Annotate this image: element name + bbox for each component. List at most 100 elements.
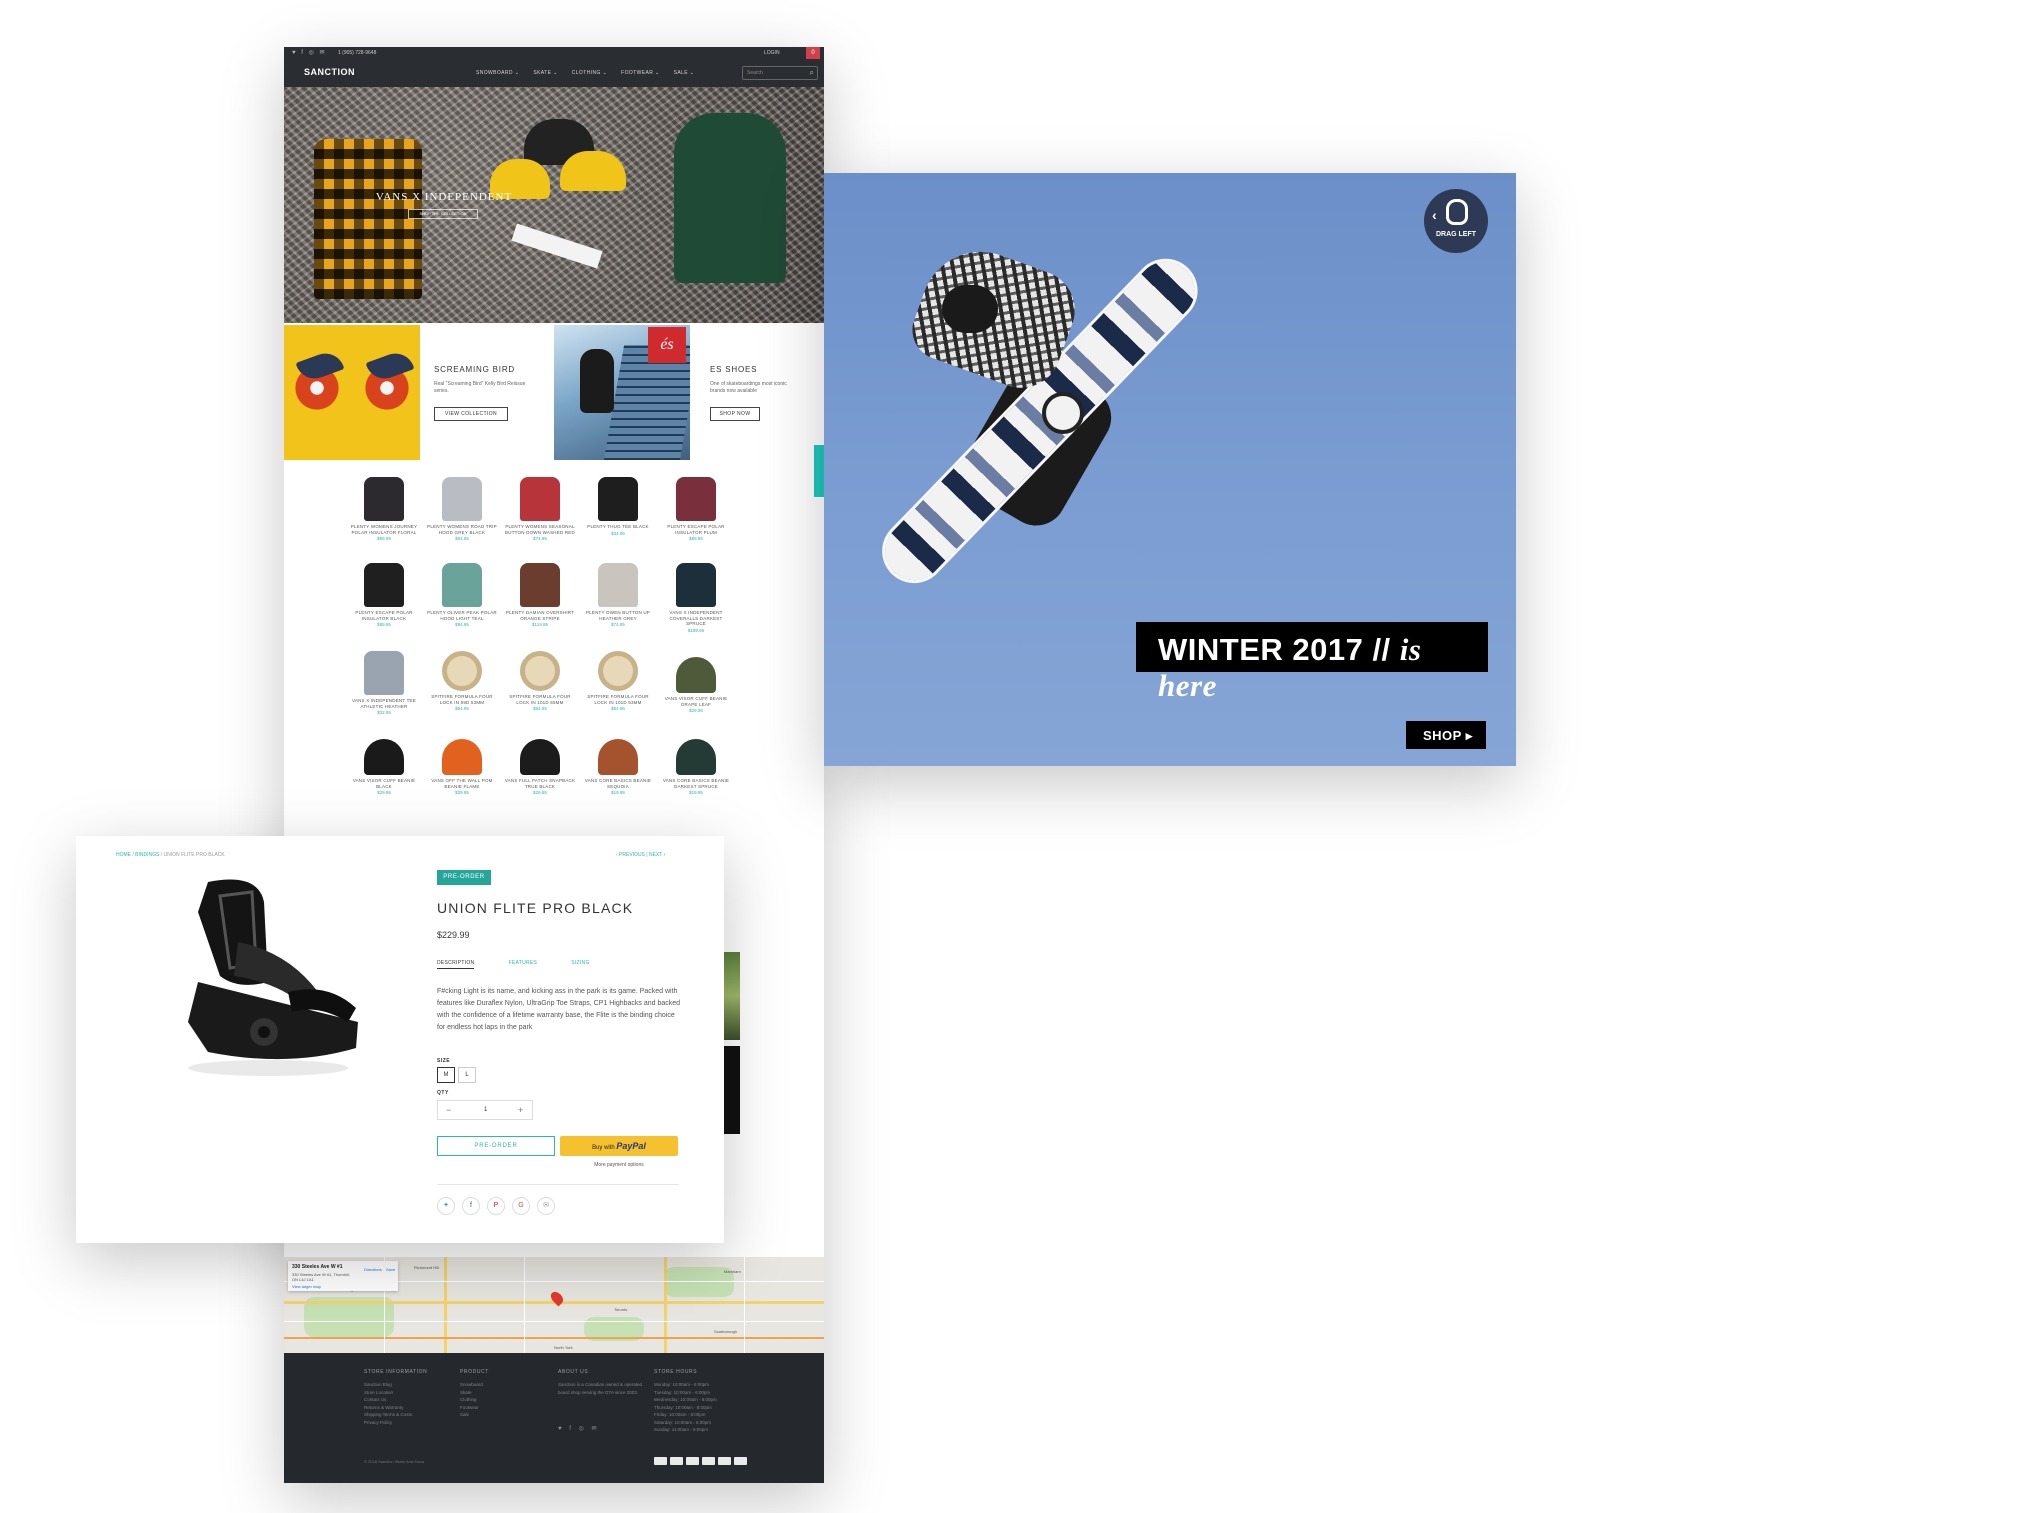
product-card[interactable]: PLENTY DAMIAN OVERSHIRT ORANGE STRIPE $11…: [504, 563, 576, 627]
product-name[interactable]: PLENTY WOMENS JOURNEY POLAR INSULATOR FL…: [348, 524, 420, 535]
product-card[interactable]: PLENTY ESCAPE POLAR INSULATOR PLUM $89.95: [660, 477, 732, 541]
hero-cta-button[interactable]: SHOP THE COLLECTION: [408, 209, 478, 219]
tab-description[interactable]: DESCRIPTION: [437, 960, 475, 969]
product-card[interactable]: VANS FULL PATCH SNAPBACK TRUE BLACK $29.9…: [504, 733, 576, 795]
nav-item-skate[interactable]: SKATE ⌄: [533, 70, 557, 76]
nav-item-footwear[interactable]: FOOTWEAR ⌄: [621, 70, 659, 76]
product-thumbnail[interactable]: [676, 563, 716, 607]
product-name[interactable]: PLENTY WOMENS ROAD TRIP HOOD GREY BLACK: [426, 524, 498, 535]
product-name[interactable]: VANS CORE BASICS BEANIE DARKEST SPRUCE: [660, 778, 732, 789]
screaming-bird-image[interactable]: [284, 325, 420, 460]
email-icon[interactable]: ✉: [537, 1197, 555, 1215]
breadcrumb-category[interactable]: BINDINGS: [135, 852, 159, 858]
footer-link[interactable]: Returns & Warranty: [364, 1404, 444, 1412]
product-thumbnail[interactable]: [364, 563, 404, 607]
footer-link[interactable]: Snowboard: [460, 1381, 540, 1389]
product-thumbnail[interactable]: [442, 477, 482, 521]
product-thumbnail[interactable]: [364, 477, 404, 521]
product-name[interactable]: VANS VISOR CUFF BEANIE BLACK: [348, 778, 420, 789]
footer-link[interactable]: Skate: [460, 1389, 540, 1397]
product-thumbnail[interactable]: [520, 477, 560, 521]
footer-link[interactable]: Sale: [460, 1411, 540, 1419]
paypal-button[interactable]: Buy with PayPal: [560, 1136, 678, 1156]
size-option-l[interactable]: L: [458, 1067, 476, 1083]
product-thumbnail[interactable]: [442, 651, 482, 691]
product-name[interactable]: PLENTY ESCAPE POLAR INSULATOR PLUM: [660, 524, 732, 535]
signup-side-tab[interactable]: [814, 445, 824, 497]
winter-shop-button[interactable]: SHOP ▸: [1406, 721, 1486, 749]
product-thumbnail[interactable]: [598, 739, 638, 775]
product-card[interactable]: VANS X INDEPENDENT TEE ATHLETIC HEATHER $…: [348, 651, 420, 715]
product-name[interactable]: VANS VISOR CUFF BEANIE GRAPE LEAF: [660, 696, 732, 707]
nav-item-sale[interactable]: SALE ⌄: [674, 70, 695, 76]
product-card[interactable]: VANS VISOR CUFF BEANIE GRAPE LEAF $29.95: [660, 651, 732, 713]
map-save-link[interactable]: Save: [386, 1267, 395, 1272]
product-thumbnail[interactable]: [442, 563, 482, 607]
footer-link[interactable]: Clothing: [460, 1396, 540, 1404]
hero-banner[interactable]: VANS X INDEPENDENT SHOP THE COLLECTION: [284, 87, 824, 323]
twitter-icon[interactable]: ✦: [437, 1197, 455, 1215]
drag-left-indicator[interactable]: ‹ DRAG LEFT: [1424, 189, 1488, 253]
social-icons[interactable]: ♥ f ◎ ✉: [292, 49, 327, 56]
product-name[interactable]: VANS OFF THE WALL POM BEANIE FLAME: [426, 778, 498, 789]
product-card[interactable]: SPITFIRE FORMULA FOUR LOCK IN 101D 55MM $…: [504, 651, 576, 711]
tab-sizing[interactable]: SIZING: [571, 960, 589, 969]
product-name[interactable]: PLENTY OWEN BUTTON UP HEATHER GREY: [582, 610, 654, 621]
product-image-binding[interactable]: [168, 872, 368, 1082]
quantity-stepper[interactable]: − 1 +: [437, 1100, 533, 1120]
pinterest-icon[interactable]: P: [487, 1197, 505, 1215]
product-thumbnail[interactable]: [442, 739, 482, 775]
product-card[interactable]: VANS OFF THE WALL POM BEANIE FLAME $29.95: [426, 733, 498, 795]
winter-hero-slide[interactable]: ‹ DRAG LEFT WINTER 2017 // is here SHOP …: [824, 173, 1516, 766]
login-link[interactable]: LOGIN: [764, 50, 780, 56]
product-thumbnail[interactable]: [598, 563, 638, 607]
product-card[interactable]: VANS VISOR CUFF BEANIE BLACK $29.95: [348, 733, 420, 795]
product-thumbnail[interactable]: [598, 651, 638, 691]
cart-button[interactable]: 0: [806, 47, 820, 59]
tab-features[interactable]: FEATURES: [508, 960, 537, 969]
view-collection-button[interactable]: VIEW COLLECTION: [434, 407, 508, 421]
product-name[interactable]: PLENTY THUG TEE BLACK: [582, 524, 654, 530]
product-card[interactable]: PLENTY OLIVER PEAK POLAR HOOD LIGHT TEAL…: [426, 563, 498, 627]
plus-icon[interactable]: +: [518, 1105, 523, 1115]
footer-link[interactable]: Contact Us: [364, 1396, 444, 1404]
nav-item-clothing[interactable]: CLOTHING ⌄: [572, 70, 607, 76]
product-name[interactable]: VANS X INDEPENDENT TEE ATHLETIC HEATHER: [348, 698, 420, 709]
store-location-map[interactable]: Richmond Hill Markham Vaughan North York…: [284, 1257, 824, 1353]
product-card[interactable]: PLENTY WOMENS SEASONAL BUTTON DOWN WASHE…: [504, 477, 576, 541]
shop-now-button[interactable]: SHOP NOW: [710, 407, 760, 421]
product-name[interactable]: PLENTY DAMIAN OVERSHIRT ORANGE STRIPE: [504, 610, 576, 621]
product-thumbnail[interactable]: [676, 739, 716, 775]
product-card[interactable]: VANS CORE BASICS BEANIE SEQUOIA $19.95: [582, 733, 654, 795]
breadcrumb-home[interactable]: HOME: [116, 852, 131, 858]
product-name[interactable]: PLENTY ESCAPE POLAR INSULATOR BLACK: [348, 610, 420, 621]
product-name[interactable]: PLENTY OLIVER PEAK POLAR HOOD LIGHT TEAL: [426, 610, 498, 621]
quantity-value[interactable]: 1: [484, 1107, 487, 1113]
product-thumbnail[interactable]: [676, 657, 716, 693]
view-larger-map-link[interactable]: View larger map: [292, 1284, 321, 1289]
footer-link[interactable]: Shipping Terms & Costs: [364, 1411, 444, 1419]
facebook-icon[interactable]: f: [462, 1197, 480, 1215]
product-card[interactable]: PLENTY THUG TEE BLACK $34.95: [582, 477, 654, 536]
product-card[interactable]: VANS X INDEPENDENT COVERALLS DARKEST SPR…: [660, 563, 732, 633]
footer-link[interactable]: Sanction Blog: [364, 1381, 444, 1389]
product-name[interactable]: SPITFIRE FORMULA FOUR LOCK IN 99D 53MM: [426, 694, 498, 705]
product-card[interactable]: PLENTY OWEN BUTTON UP HEATHER GREY $74.95: [582, 563, 654, 627]
product-card[interactable]: PLENTY WOMENS JOURNEY POLAR INSULATOR FL…: [348, 477, 420, 541]
product-name[interactable]: PLENTY WOMENS SEASONAL BUTTON DOWN WASHE…: [504, 524, 576, 535]
product-thumbnail[interactable]: [598, 477, 638, 521]
product-thumbnail[interactable]: [520, 651, 560, 691]
site-logo[interactable]: SANCTION: [304, 67, 355, 77]
footer-link[interactable]: Footwear: [460, 1404, 540, 1412]
product-thumbnail[interactable]: [676, 477, 716, 521]
product-card[interactable]: SPITFIRE FORMULA FOUR LOCK IN 99D 53MM $5…: [426, 651, 498, 711]
google-plus-icon[interactable]: G: [512, 1197, 530, 1215]
prev-next-links[interactable]: ‹ PREVIOUS | NEXT ›: [616, 852, 665, 858]
nav-item-snowboard[interactable]: SNOWBOARD ⌄: [476, 70, 519, 76]
product-card[interactable]: SPITFIRE FORMULA FOUR LOCK IN 101D 53MM $…: [582, 651, 654, 711]
product-name[interactable]: VANS FULL PATCH SNAPBACK TRUE BLACK: [504, 778, 576, 789]
product-name[interactable]: VANS X INDEPENDENT COVERALLS DARKEST SPR…: [660, 610, 732, 627]
product-name[interactable]: SPITFIRE FORMULA FOUR LOCK IN 101D 55MM: [504, 694, 576, 705]
map-directions-link[interactable]: Directions: [364, 1267, 382, 1272]
more-payment-options-link[interactable]: More payment options: [560, 1162, 678, 1168]
